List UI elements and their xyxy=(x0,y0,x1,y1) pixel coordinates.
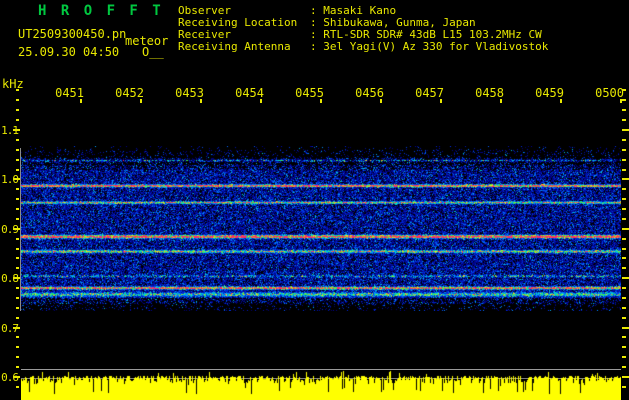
x-tick xyxy=(500,99,502,103)
app-title: H R O F F T xyxy=(38,3,164,19)
y-minor-tick xyxy=(16,257,19,259)
noise-level-canvas xyxy=(21,368,621,400)
x-tick-label: 0500 xyxy=(595,86,624,100)
right-minor-tick xyxy=(622,267,626,269)
x-tick xyxy=(260,99,262,103)
info-label: Receiving Antenna xyxy=(178,40,291,53)
x-tick-label: 0453 xyxy=(175,86,204,100)
right-minor-tick xyxy=(622,248,626,250)
info-row-antenna: Receiving Antenna: 3el Yagi(V) Az 330 fo… xyxy=(178,41,548,53)
right-minor-tick xyxy=(622,356,626,358)
y-minor-tick xyxy=(16,188,19,190)
right-minor-tick xyxy=(622,198,626,200)
right-minor-tick xyxy=(622,188,626,190)
y-minor-tick xyxy=(16,238,19,240)
x-tick-label: 0457 xyxy=(415,86,444,100)
right-minor-tick xyxy=(622,218,626,220)
right-minor-tick xyxy=(622,287,626,289)
datetime-label: 25.09.30 04:50 xyxy=(18,45,120,59)
x-tick xyxy=(320,99,322,103)
right-minor-tick xyxy=(622,386,626,388)
x-tick-label: 0454 xyxy=(235,86,264,100)
right-minor-tick xyxy=(622,119,626,121)
x-tick xyxy=(560,99,562,103)
right-minor-tick xyxy=(622,99,626,101)
x-tick-label: 0456 xyxy=(355,86,384,100)
right-major-tick xyxy=(622,129,629,131)
right-minor-tick xyxy=(622,208,626,210)
status-counter: O__ xyxy=(142,45,164,59)
y-minor-tick xyxy=(16,139,19,141)
y-minor-tick xyxy=(16,297,19,299)
x-tick-label: 0455 xyxy=(295,86,324,100)
y-minor-tick xyxy=(16,159,19,161)
y-major-tick xyxy=(13,228,20,230)
spectrogram-canvas xyxy=(21,146,621,311)
x-tick-label: 0451 xyxy=(55,86,84,100)
right-minor-tick xyxy=(622,149,626,151)
y-minor-tick xyxy=(16,198,19,200)
y-minor-tick xyxy=(16,248,19,250)
y-minor-tick xyxy=(16,89,19,91)
y-minor-tick xyxy=(16,346,19,348)
right-minor-tick xyxy=(622,89,626,91)
y-minor-tick xyxy=(16,287,19,289)
y-minor-tick xyxy=(16,386,19,388)
x-tick xyxy=(140,99,142,103)
y-minor-tick xyxy=(16,218,19,220)
hrofft-screen: H R O F F T UT2509300450.pn meteor 25.09… xyxy=(0,0,629,400)
y-minor-tick xyxy=(16,169,19,171)
x-tick xyxy=(200,99,202,103)
y-minor-tick xyxy=(16,208,19,210)
y-minor-tick xyxy=(16,307,19,309)
right-minor-tick xyxy=(622,336,626,338)
output-filename: UT2509300450.pn xyxy=(18,27,127,41)
y-minor-tick xyxy=(16,99,19,101)
right-minor-tick xyxy=(622,307,626,309)
right-minor-tick xyxy=(622,139,626,141)
right-major-tick xyxy=(622,376,629,378)
y-axis-unit-label: kHz xyxy=(2,77,24,91)
right-minor-tick xyxy=(622,238,626,240)
right-minor-tick xyxy=(622,366,626,368)
x-tick xyxy=(380,99,382,103)
y-minor-tick xyxy=(16,356,19,358)
y-major-tick xyxy=(13,277,20,279)
right-major-tick xyxy=(622,277,629,279)
right-major-tick xyxy=(622,178,629,180)
y-minor-tick xyxy=(16,317,19,319)
y-minor-tick xyxy=(16,109,19,111)
y-major-tick xyxy=(13,178,20,180)
right-major-tick xyxy=(622,327,629,329)
x-tick xyxy=(80,99,82,103)
right-minor-tick xyxy=(622,297,626,299)
y-minor-tick xyxy=(16,267,19,269)
right-minor-tick xyxy=(622,159,626,161)
info-colon: : xyxy=(310,40,317,53)
right-minor-tick xyxy=(622,109,626,111)
y-major-tick xyxy=(13,129,20,131)
y-major-tick xyxy=(13,376,20,378)
x-tick xyxy=(440,99,442,103)
right-minor-tick xyxy=(622,257,626,259)
x-tick-label: 0458 xyxy=(475,86,504,100)
y-major-tick xyxy=(13,327,20,329)
info-value: 3el Yagi(V) Az 330 for Vladivostok xyxy=(323,40,549,53)
y-minor-tick xyxy=(16,336,19,338)
right-minor-tick xyxy=(622,317,626,319)
x-tick-label: 0452 xyxy=(115,86,144,100)
x-tick-label: 0459 xyxy=(535,86,564,100)
y-minor-tick xyxy=(16,149,19,151)
right-major-tick xyxy=(622,228,629,230)
y-minor-tick xyxy=(16,366,19,368)
right-minor-tick xyxy=(622,169,626,171)
right-minor-tick xyxy=(622,346,626,348)
y-minor-tick xyxy=(16,119,19,121)
